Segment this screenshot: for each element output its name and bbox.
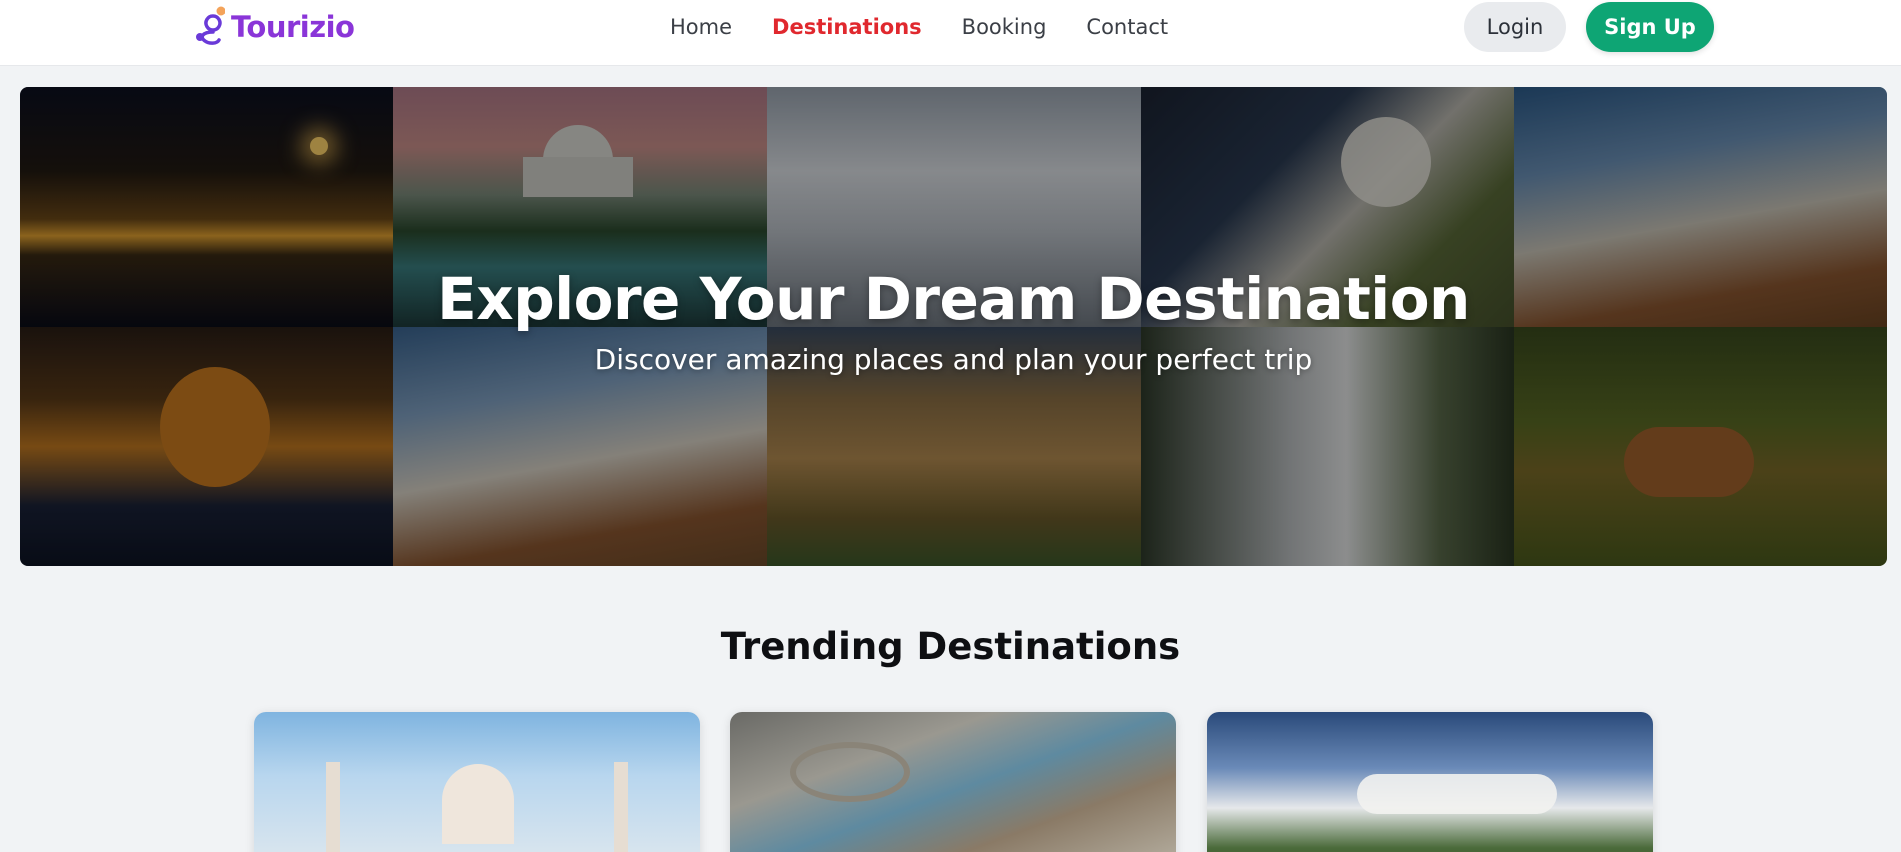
brand-logo[interactable]: Tourizio (193, 4, 355, 50)
main-nav: Home Destinations Booking Contact (670, 10, 1208, 44)
mountain-clouds-image (1357, 774, 1557, 814)
hero-banner: Explore Your Dream Destination Discover … (20, 87, 1887, 566)
destination-card-mountains[interactable] (1207, 712, 1653, 852)
nav-destinations[interactable]: Destinations (772, 10, 922, 44)
nav-home[interactable]: Home (670, 10, 732, 44)
quarry-landscape-image (790, 742, 910, 802)
hero-subtitle: Discover amazing places and plan your pe… (594, 343, 1313, 376)
signup-button[interactable]: Sign Up (1586, 2, 1714, 52)
top-navbar: Tourizio Home Destinations Booking Conta… (0, 0, 1901, 66)
nav-contact[interactable]: Contact (1086, 10, 1168, 44)
brand-name: Tourizio (231, 10, 355, 44)
destination-card-taj-mahal[interactable] (254, 712, 700, 852)
hero-title: Explore Your Dream Destination (437, 265, 1470, 333)
nav-booking[interactable]: Booking (962, 10, 1047, 44)
destination-card-quarry[interactable] (730, 712, 1176, 852)
location-pin-icon (193, 6, 226, 48)
taj-mahal-image (442, 764, 514, 844)
login-button[interactable]: Login (1464, 2, 1566, 52)
trending-title: Trending Destinations (720, 625, 1181, 668)
